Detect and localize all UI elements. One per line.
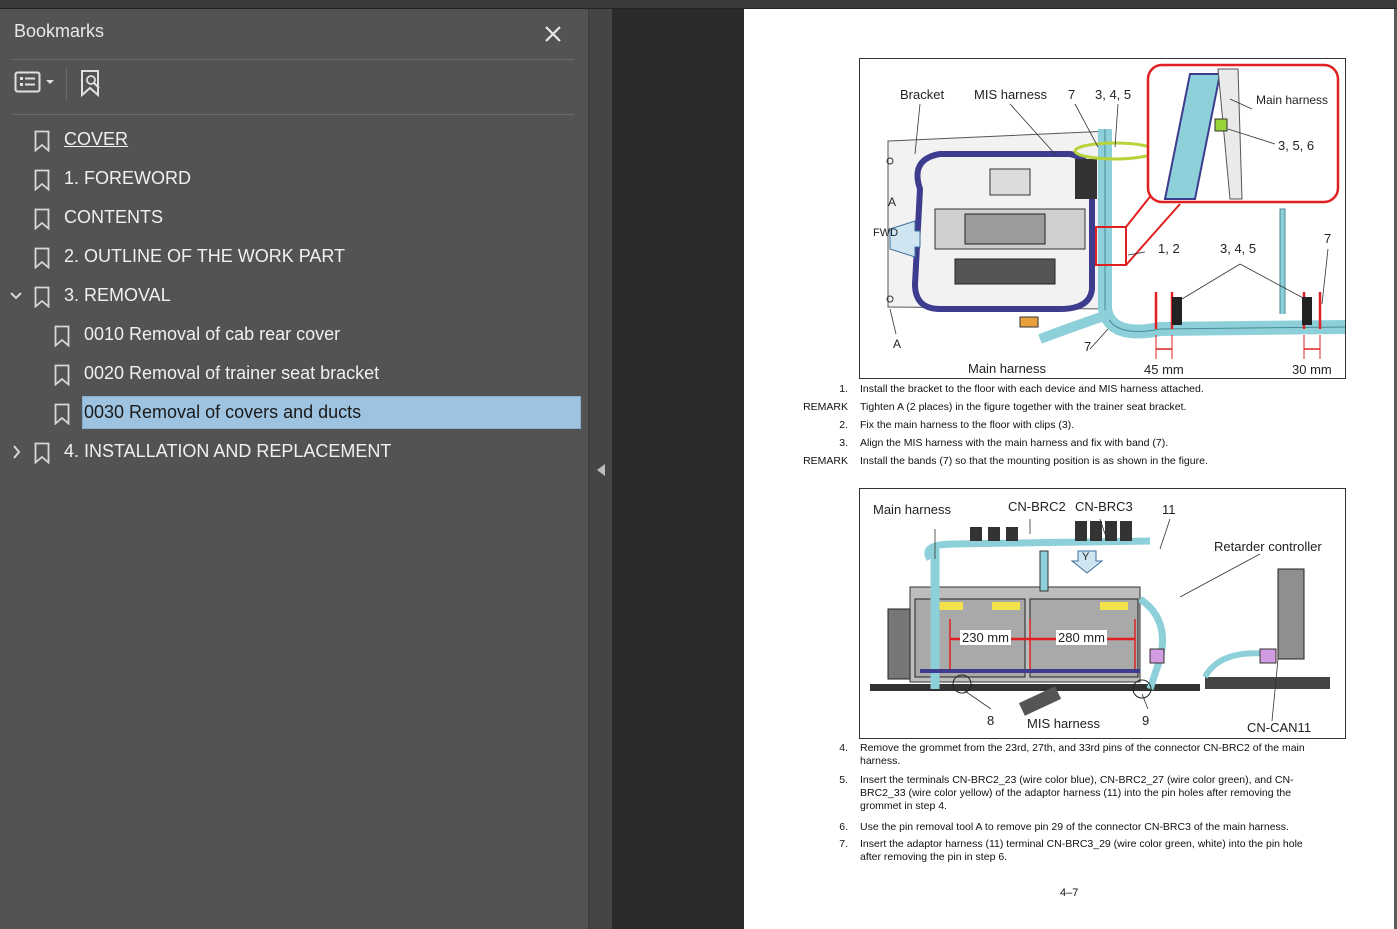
label-230mm: 230 mm [960, 630, 1011, 645]
bookmark-label: 1. FOREWORD [64, 168, 192, 188]
label-cn-can11: CN-CAN11 [1247, 720, 1312, 735]
label-main-harness: Main harness [873, 502, 952, 517]
label-cn-brc3: CN-BRC3 [1075, 499, 1133, 514]
collapse-panel-button[interactable] [596, 463, 606, 482]
label-3-4-5: 3, 4, 5 [1095, 87, 1132, 102]
label-main-harness-callout: Main harness [1256, 93, 1329, 107]
chevron-right-icon[interactable] [9, 443, 23, 461]
bookmark-label: 0030 Removal of covers and ducts [84, 402, 362, 422]
bookmark-label: 2. OUTLINE OF THE WORK PART [64, 246, 346, 266]
toolbar-divider [66, 67, 67, 101]
bookmark-label: 0020 Removal of trainer seat bracket [84, 363, 380, 383]
label-8: 8 [987, 713, 995, 728]
bookmark-options-button[interactable] [14, 69, 58, 100]
label-bracket: Bracket [900, 87, 945, 102]
bookmark-icon [34, 208, 50, 230]
step-5: 5. Insert the terminals CN-BRC2_23 (wire… [839, 774, 1294, 812]
triangle-left-icon [597, 464, 605, 476]
document-viewer-background [612, 9, 744, 929]
panel-divider [12, 59, 574, 60]
bookmark-icon [54, 403, 70, 425]
harness-diagram-drawing [870, 518, 1330, 722]
pdf-page: Bracket MIS harness 7 3, 4, 5 Main harne… [744, 9, 1394, 929]
label-3-4-5-right: 3, 4, 5 [1220, 241, 1257, 256]
bookmark-label: 3. REMOVAL [64, 285, 171, 305]
bookmark-item-contents[interactable]: CONTENTS [0, 200, 586, 236]
bookmark-icon [54, 325, 70, 347]
bookmark-icon [54, 364, 70, 386]
label-280mm: 280 mm [1056, 630, 1107, 645]
label-fwd: FWD [873, 227, 899, 239]
label-y: Y [1082, 551, 1090, 563]
find-bookmark-button[interactable] [78, 69, 108, 104]
close-icon [545, 26, 561, 42]
close-panel-button[interactable] [541, 21, 565, 45]
bookmark-item-foreword[interactable]: 1. FOREWORD [0, 161, 586, 197]
window-top-bar [0, 0, 1397, 9]
bookmark-item-removal[interactable]: 3. REMOVAL [0, 278, 586, 314]
figure-bracket-installation: Bracket MIS harness 7 3, 4, 5 Main harne… [859, 58, 1346, 379]
figure-adaptor-harness: Main harness CN-BRC2 CN-BRC3 11 Retarder… [859, 488, 1346, 739]
bookmark-label: CONTENTS [64, 207, 163, 227]
bookmarks-panel: Bookmarks COVER 1. FOREWORD CONTENTS 2. … [0, 9, 588, 929]
bookmark-item-outline[interactable]: 2. OUTLINE OF THE WORK PART [0, 239, 586, 275]
step-2: 2. Fix the main harness to the floor wit… [839, 419, 1075, 431]
bookmarks-title: Bookmarks [14, 21, 105, 41]
label-1-2: 1, 2 [1158, 241, 1180, 256]
label-a-bottom: A [893, 337, 902, 351]
bookmark-label: 0010 Removal of cab rear cover [84, 324, 341, 344]
label-7: 7 [1068, 87, 1076, 102]
label-mis-harness: MIS harness [1027, 716, 1100, 731]
bookmark-item-cover[interactable]: COVER [0, 122, 586, 158]
step-4: 4. Remove the grommet from the 23rd, 27t… [839, 742, 1305, 767]
remark-1: REMARK Tighten A (2 places) in the figur… [803, 401, 1187, 413]
bookmark-search-icon [81, 70, 100, 98]
label-a-top: A [888, 195, 897, 209]
label-11: 11 [1162, 502, 1176, 517]
bookmark-label: COVER [64, 129, 129, 149]
bookmark-item-0030[interactable]: 0030 Removal of covers and ducts [0, 395, 586, 431]
bookmark-icon [34, 286, 50, 308]
label-mis-harness: MIS harness [974, 87, 1047, 102]
label-7-right: 7 [1324, 231, 1332, 246]
bookmark-icon [34, 442, 50, 464]
bookmark-icon [34, 247, 50, 269]
list-options-icon [14, 71, 54, 93]
step-6: 6. Use the pin removal tool A to remove … [839, 821, 1289, 833]
remark-2: REMARK Install the bands (7) so that the… [803, 455, 1208, 467]
step-1: 1. Install the bracket to the floor with… [839, 383, 1204, 395]
label-cn-brc2: CN-BRC2 [1008, 499, 1066, 514]
label-9: 9 [1142, 713, 1150, 728]
label-main-harness-bottom: Main harness [968, 361, 1047, 376]
label-45mm: 45 mm [1144, 362, 1184, 377]
page-number: 4–7 [1060, 887, 1079, 899]
label-retarder-controller: Retarder controller [1214, 539, 1322, 554]
bookmark-item-0020[interactable]: 0020 Removal of trainer seat bracket [0, 356, 586, 392]
label-7-bottom: 7 [1084, 339, 1092, 354]
bookmark-icon [34, 130, 50, 152]
bookmark-item-0010[interactable]: 0010 Removal of cab rear cover [0, 317, 586, 353]
bookmark-icon [34, 169, 50, 191]
step-7: 7. Insert the adaptor harness (11) termi… [839, 838, 1303, 863]
toolbar-divider-bottom [12, 114, 574, 115]
chevron-down-icon[interactable] [9, 287, 23, 305]
step-3: 3. Align the MIS harness with the main h… [839, 437, 1169, 449]
label-30mm: 30 mm [1292, 362, 1332, 377]
label-3-5-6: 3, 5, 6 [1278, 138, 1315, 153]
bookmark-item-installation[interactable]: 4. INSTALLATION AND REPLACEMENT [0, 434, 586, 470]
bookmark-label: 4. INSTALLATION AND REPLACEMENT [64, 441, 392, 461]
